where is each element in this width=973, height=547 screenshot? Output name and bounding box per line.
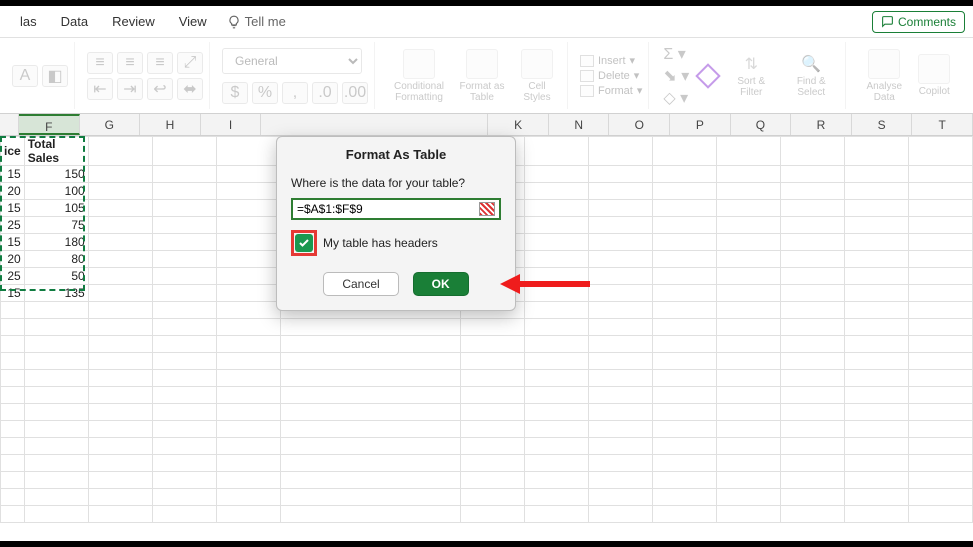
inc-decimal-icon[interactable]: .0 <box>312 82 338 104</box>
autosum-icon[interactable]: Σ ▾ <box>663 44 689 64</box>
checkbox-highlight <box>291 230 317 256</box>
find-select-button[interactable]: 🔍Find & Select <box>785 54 837 98</box>
check-icon <box>298 237 310 249</box>
comment-icon <box>881 15 894 28</box>
clear-icon[interactable]: ◇ ▾ <box>663 88 689 108</box>
excel-app: las Data Review View Tell me Comments A … <box>0 6 973 541</box>
col-e-partial[interactable] <box>0 114 19 135</box>
insert-button[interactable]: Insert▾ <box>580 54 642 67</box>
range-input-row <box>291 198 501 220</box>
checkbox-row: My table has headers <box>291 230 501 256</box>
col-g[interactable]: G <box>80 114 141 135</box>
headers-checkbox-label: My table has headers <box>323 236 438 250</box>
delete-button[interactable]: Delete▾ <box>580 69 642 82</box>
sensitivity-icon[interactable] <box>696 63 721 88</box>
menu-tabs: las Data Review View Tell me Comments <box>0 6 973 38</box>
percent-icon[interactable]: % <box>252 82 278 104</box>
col-k[interactable]: K <box>488 114 549 135</box>
fill-color-icon[interactable]: ◧ <box>42 65 68 87</box>
col-t[interactable]: T <box>912 114 973 135</box>
number-format-select[interactable]: General <box>222 48 362 74</box>
lightbulb-icon <box>227 15 241 29</box>
tell-me-label: Tell me <box>245 14 286 29</box>
range-picker-icon[interactable] <box>479 202 495 216</box>
align-right-icon[interactable]: ≡ <box>147 52 173 74</box>
wrap-text-icon[interactable]: ↩ <box>147 78 173 100</box>
indent-inc-icon[interactable]: ⇥ <box>117 78 143 100</box>
comma-icon[interactable]: , <box>282 82 308 104</box>
fill-icon[interactable]: ⬊ ▾ <box>663 66 689 86</box>
cell[interactable]: ice <box>1 137 25 166</box>
col-j-covered[interactable] <box>261 114 488 135</box>
tell-me-search[interactable]: Tell me <box>227 14 286 29</box>
format-button[interactable]: Format▾ <box>580 84 642 97</box>
conditional-formatting-button[interactable]: Conditional Formatting <box>387 49 451 103</box>
cell-styles-button[interactable]: Cell Styles <box>513 49 561 103</box>
cells-group: Insert▾ Delete▾ Format▾ <box>574 42 649 109</box>
align-left-icon[interactable]: ≡ <box>87 52 113 74</box>
copilot-button[interactable]: Copilot <box>914 54 954 97</box>
orientation-icon[interactable]: ⤢ <box>177 52 203 74</box>
format-as-table-dialog: Format As Table Where is the data for yo… <box>276 136 516 311</box>
dec-decimal-icon[interactable]: .00 <box>342 82 368 104</box>
align-center-icon[interactable]: ≡ <box>117 52 143 74</box>
col-n[interactable]: N <box>549 114 610 135</box>
col-p[interactable]: P <box>670 114 731 135</box>
font-color-icon[interactable]: A <box>12 65 38 87</box>
col-h[interactable]: H <box>140 114 201 135</box>
col-i[interactable]: I <box>201 114 262 135</box>
cell[interactable]: Total Sales <box>24 137 88 166</box>
tab-review[interactable]: Review <box>100 14 167 29</box>
col-f[interactable]: F <box>19 114 80 135</box>
sort-filter-button[interactable]: ⇅Sort & Filter <box>727 54 775 98</box>
comments-button[interactable]: Comments <box>872 11 965 33</box>
table-range-input[interactable] <box>297 202 479 216</box>
col-r[interactable]: R <box>791 114 852 135</box>
editing-group: Σ ▾ ⬊ ▾ ◇ ▾ ⇅Sort & Filter 🔍Find & Selec… <box>655 42 846 109</box>
tab-data[interactable]: Data <box>49 14 100 29</box>
headers-checkbox[interactable] <box>295 234 313 252</box>
dialog-question: Where is the data for your table? <box>291 176 501 190</box>
merge-icon[interactable]: ⬌ <box>177 78 203 100</box>
font-group: A ◧ <box>6 42 75 109</box>
number-group: General $ % , .0 .00 <box>216 42 375 109</box>
ok-button[interactable]: OK <box>413 272 469 296</box>
col-q[interactable]: Q <box>731 114 792 135</box>
col-o[interactable]: O <box>609 114 670 135</box>
tab-view[interactable]: View <box>167 14 219 29</box>
styles-group: Conditional Formatting Format as Table C… <box>381 42 568 109</box>
analyse-data-button[interactable]: Analyse Data <box>858 49 910 103</box>
alignment-group: ≡ ≡ ≡ ⤢ ⇤ ⇥ ↩ ⬌ <box>81 42 210 109</box>
col-s[interactable]: S <box>852 114 913 135</box>
column-headers: F G H I K N O P Q R S T <box>0 114 973 136</box>
analysis-group: Analyse Data Copilot <box>852 42 960 109</box>
ribbon: A ◧ ≡ ≡ ≡ ⤢ ⇤ ⇥ ↩ ⬌ General $ <box>0 38 973 114</box>
cancel-button[interactable]: Cancel <box>323 272 398 296</box>
dialog-title: Format As Table <box>277 137 515 170</box>
indent-dec-icon[interactable]: ⇤ <box>87 78 113 100</box>
currency-icon[interactable]: $ <box>222 82 248 104</box>
tab-formulas-partial[interactable]: las <box>8 14 49 29</box>
format-as-table-button[interactable]: Format as Table <box>455 49 509 103</box>
